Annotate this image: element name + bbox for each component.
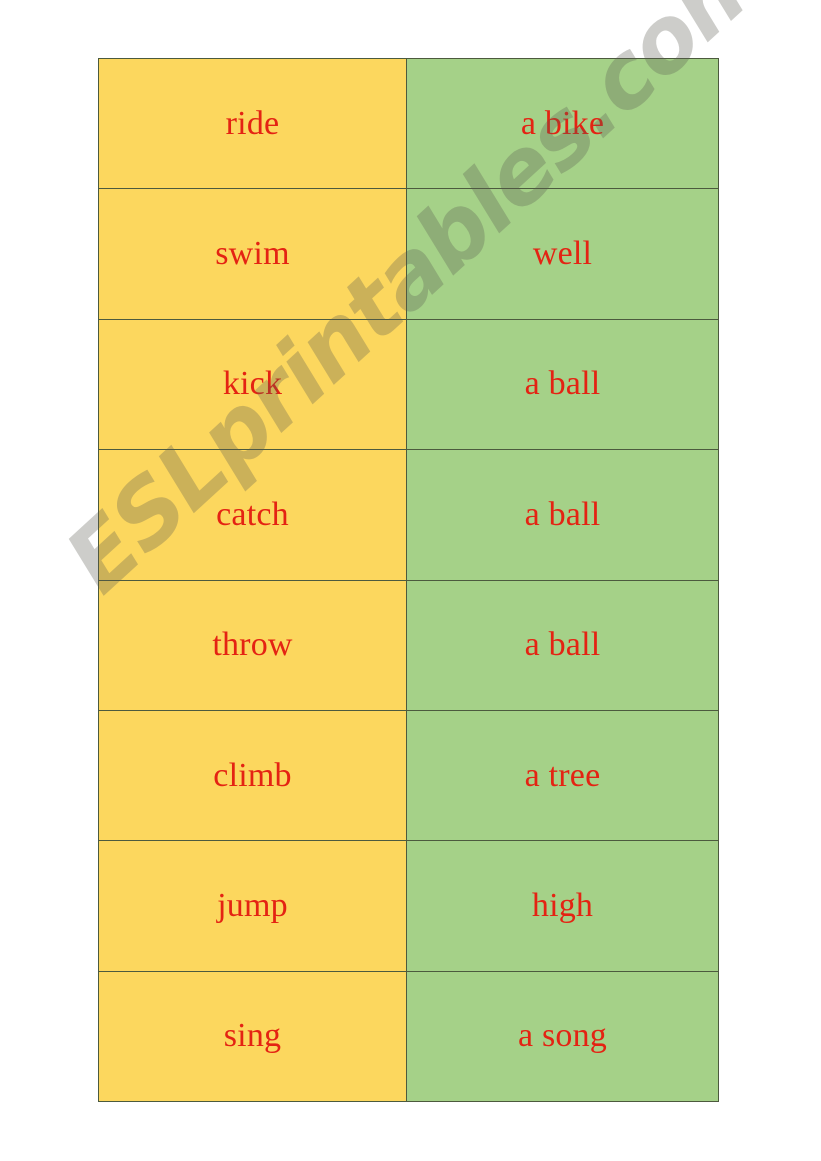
verb-text: jump xyxy=(217,887,288,925)
table-row: kick a ball xyxy=(98,318,719,451)
verb-text: climb xyxy=(213,756,292,794)
verb-cell[interactable]: ride xyxy=(98,57,407,190)
verb-cell[interactable]: jump xyxy=(98,840,407,972)
object-cell[interactable]: a ball xyxy=(406,318,719,451)
object-text: well xyxy=(532,235,593,273)
object-text: a bike xyxy=(520,104,605,142)
table-row: swim well xyxy=(98,188,719,320)
verb-cell[interactable]: climb xyxy=(98,709,407,842)
object-cell[interactable]: high xyxy=(406,840,719,972)
object-cell[interactable]: well xyxy=(406,188,719,320)
verb-cell[interactable]: kick xyxy=(98,318,407,451)
verb-text: throw xyxy=(212,626,293,664)
verb-text: kick xyxy=(222,365,283,403)
object-text: high xyxy=(531,887,594,925)
table-row: ride a bike xyxy=(98,57,719,190)
object-cell[interactable]: a song xyxy=(406,970,719,1103)
table-row: sing a song xyxy=(98,970,719,1103)
table-row: throw a ball xyxy=(98,579,719,711)
verb-text: catch xyxy=(216,495,289,533)
object-cell[interactable]: a ball xyxy=(406,579,719,711)
object-text: a ball xyxy=(524,495,601,533)
object-text: a song xyxy=(517,1017,608,1055)
object-cell[interactable]: a tree xyxy=(406,709,719,842)
matching-table-body: ride a bike swim well kick a ball catch … xyxy=(98,57,719,1103)
verb-text: swim xyxy=(215,235,290,273)
table-row: jump high xyxy=(98,840,719,972)
worksheet-page: ride a bike swim well kick a ball catch … xyxy=(0,0,821,1161)
verb-cell[interactable]: catch xyxy=(98,449,407,581)
verb-text: ride xyxy=(225,104,280,142)
object-text: a ball xyxy=(524,365,601,403)
verb-cell[interactable]: swim xyxy=(98,188,407,320)
verb-text: sing xyxy=(223,1017,282,1055)
verb-cell[interactable]: throw xyxy=(98,579,407,711)
object-text: a ball xyxy=(524,626,601,664)
object-cell[interactable]: a bike xyxy=(406,57,719,190)
verb-cell[interactable]: sing xyxy=(98,970,407,1103)
object-cell[interactable]: a ball xyxy=(406,449,719,581)
matching-table: ride a bike swim well kick a ball catch … xyxy=(98,57,719,1103)
object-text: a tree xyxy=(524,756,601,794)
table-row: climb a tree xyxy=(98,709,719,842)
table-row: catch a ball xyxy=(98,449,719,581)
